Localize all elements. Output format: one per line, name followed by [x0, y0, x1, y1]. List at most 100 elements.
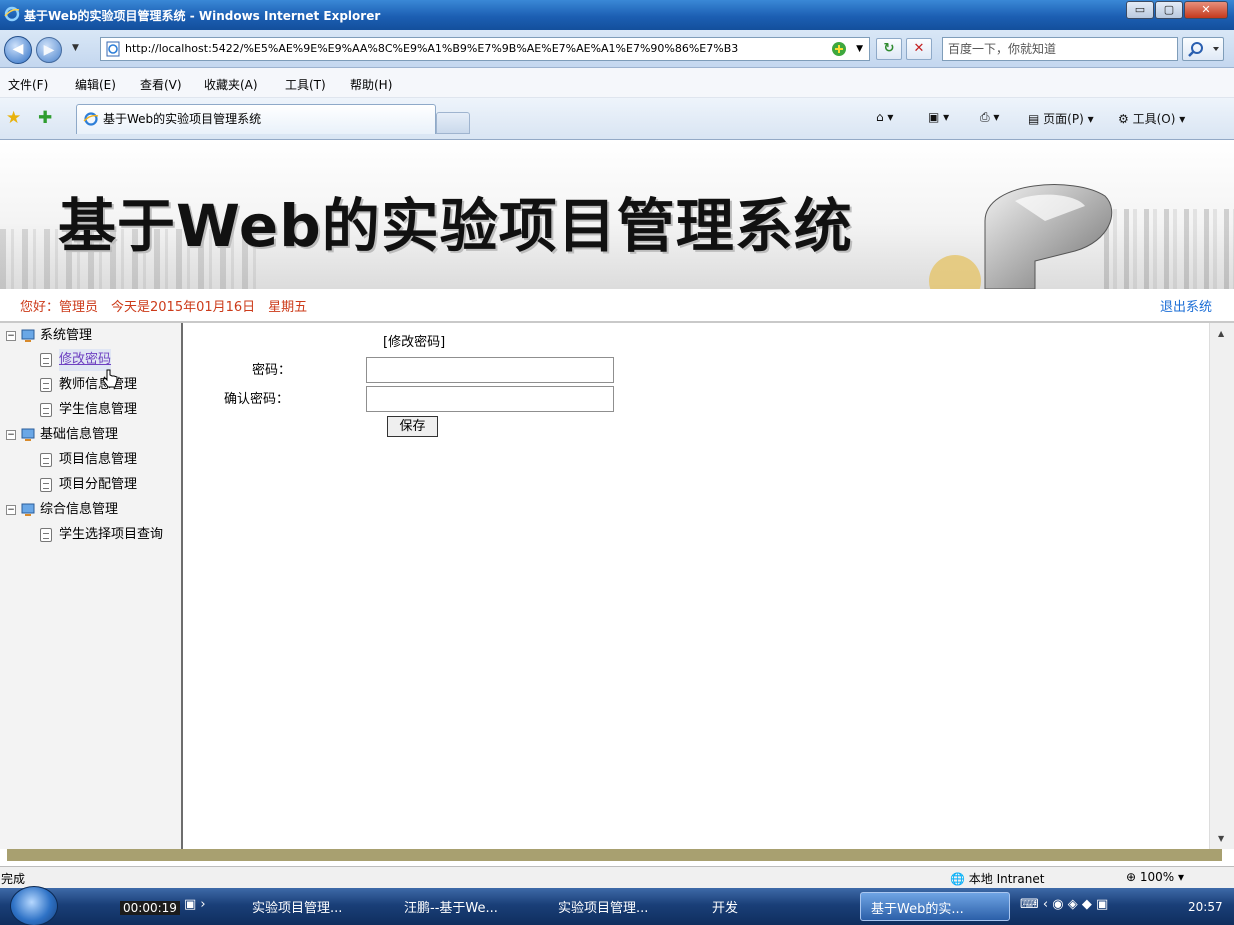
zoom-control[interactable]: ⊕ 100% ▾ [1126, 870, 1184, 884]
page-menu-button[interactable]: ▤ 页面(P) ▾ [1028, 110, 1094, 127]
clock[interactable]: 20:57 [1188, 900, 1223, 914]
tab-ie-icon [83, 112, 99, 126]
sidebar-tree: − 系统管理 修改密码 教师信息管理 学生信息管理 − 基础信息管理 项目信息管… [0, 323, 183, 849]
save-button[interactable]: 保存 [387, 416, 438, 437]
tree-item-label: 项目分配管理 [59, 477, 138, 492]
forward-button[interactable]: ▶ [36, 37, 62, 63]
intranet-icon: 🌐 [950, 872, 969, 886]
maximize-button[interactable]: ▢ [1155, 1, 1183, 19]
main-content: [修改密码] 密码： 确认密码： 保存 [185, 323, 1209, 849]
header-logo-graphic [929, 184, 1113, 289]
taskbar-quicklaunch-icon[interactable]: ▣ › [184, 897, 206, 912]
document-icon [40, 353, 52, 367]
menu-tools[interactable]: 工具(T) [285, 76, 326, 93]
taskbar-item-3[interactable]: 实验项目管理... [558, 897, 648, 916]
menu-file[interactable]: 文件(F) [8, 76, 48, 93]
computer-folder-icon [21, 503, 35, 516]
tree-item-label: 学生选择项目查询 [59, 527, 164, 542]
collapse-icon[interactable]: − [6, 331, 16, 341]
start-button[interactable] [10, 886, 58, 925]
favorites-star-icon[interactable]: ★ [6, 108, 21, 128]
menu-bar: 文件(F) 编辑(E) 查看(V) 收藏夹(A) 工具(T) 帮助(H) [0, 68, 1234, 98]
zoom-level: 100% [1139, 870, 1175, 884]
form-caption: [修改密码] [383, 335, 446, 350]
tree-group-label: 基础信息管理 [40, 427, 119, 442]
favorites-tab-bar: ★ ✚ 基于Web的实验项目管理系统 ⌂ ▾ ▣ ▾ ⎙ ▾ ▤ 页面(P) ▾… [0, 98, 1234, 140]
security-zone: 🌐 本地 Intranet [950, 870, 1044, 887]
window-title: 基于Web的实验项目管理系统 - Windows Internet Explor… [24, 9, 381, 23]
minimize-button[interactable]: ▭ [1126, 1, 1154, 19]
add-favorite-icon[interactable]: ✚ [38, 108, 52, 128]
status-bar: 完成 🌐 本地 Intranet ⊕ 100% ▾ [0, 866, 1234, 888]
tree-item-label: 学生信息管理 [59, 402, 138, 417]
greeting-text: 您好：管理员 今天是2015年01月16日 星期五 [20, 300, 308, 315]
document-icon [40, 528, 52, 542]
address-toolbar: ◀ ▶ ▼ http://localhost:5422/%E5%AE%9E%E9… [0, 30, 1234, 68]
feeds-icon[interactable]: ▣ ▾ [928, 110, 949, 124]
info-bar: 您好：管理员 今天是2015年01月16日 星期五 退出系统 [0, 289, 1234, 323]
refresh-button[interactable]: ↻ [876, 38, 902, 60]
hand-cursor-icon [102, 369, 118, 388]
ie-logo-icon [4, 6, 20, 22]
tab-current[interactable]: 基于Web的实验项目管理系统 [76, 104, 436, 134]
tree-group-label: 系统管理 [40, 328, 93, 343]
recording-timer: 00:00:19 [120, 901, 180, 915]
taskbar-item-1[interactable]: 实验项目管理... [252, 897, 342, 916]
close-window-button[interactable]: ✕ [1184, 1, 1228, 19]
confirm-password-input[interactable] [366, 386, 614, 412]
vertical-scrollbar[interactable]: ▲ ▼ [1209, 323, 1234, 849]
collapse-icon[interactable]: − [6, 505, 16, 515]
tree-item-label: 教师信息管理 [59, 377, 138, 392]
window-title-bar: 基于Web的实验项目管理系统 - Windows Internet Explor… [0, 0, 1234, 30]
page-menu-label: 页面(P) [1043, 112, 1084, 126]
menu-help[interactable]: 帮助(H) [350, 76, 392, 93]
print-icon[interactable]: ⎙ ▾ [980, 110, 999, 125]
page-icon [106, 41, 120, 57]
history-dropdown-icon[interactable]: ▼ [72, 43, 79, 53]
address-url: http://localhost:5422/%E5%AE%9E%E9%AA%8C… [125, 42, 739, 55]
document-icon [40, 453, 52, 467]
menu-edit[interactable]: 编辑(E) [75, 76, 116, 93]
stop-button[interactable]: ✕ [906, 38, 932, 60]
collapse-icon[interactable]: − [6, 430, 16, 440]
search-button[interactable] [1182, 37, 1224, 61]
document-icon [40, 378, 52, 392]
document-icon [40, 403, 52, 417]
scroll-down-icon[interactable]: ▼ [1218, 834, 1224, 843]
taskbar: 00:00:19 ▣ › 实验项目管理... 汪鹏--基于We... 实验项目管… [0, 886, 1234, 925]
tab-title: 基于Web的实验项目管理系统 [103, 112, 262, 126]
logout-link[interactable]: 退出系统 [1160, 296, 1212, 315]
computer-folder-icon [21, 428, 35, 441]
tree-item-label: 项目信息管理 [59, 452, 138, 467]
compat-view-icon[interactable] [831, 41, 847, 57]
url-dropdown-icon[interactable]: ▼ [856, 38, 863, 60]
search-input[interactable]: 百度一下，你就知道 [942, 37, 1178, 61]
zone-label: 本地 Intranet [968, 872, 1045, 886]
password-label: 密码： [252, 363, 292, 378]
system-title: 基于Web的实验项目管理系统 [58, 192, 853, 260]
taskbar-item-active[interactable]: 基于Web的实... [860, 892, 1010, 921]
home-icon[interactable]: ⌂ ▾ [876, 110, 893, 124]
footer-divider [7, 849, 1222, 861]
status-text: 完成 [1, 872, 26, 886]
zoom-icon: ⊕ [1126, 870, 1140, 884]
tools-menu-button[interactable]: ⚙ 工具(O) ▾ [1118, 110, 1185, 127]
search-icon [1188, 42, 1219, 57]
document-icon [40, 478, 52, 492]
confirm-password-label: 确认密码： [224, 392, 290, 407]
scroll-up-icon[interactable]: ▲ [1218, 329, 1224, 338]
menu-view[interactable]: 查看(V) [140, 76, 182, 93]
taskbar-item-4[interactable]: 开发 [712, 897, 738, 916]
password-input[interactable] [366, 357, 614, 383]
address-input[interactable]: http://localhost:5422/%E5%AE%9E%E9%AA%8C… [100, 37, 870, 61]
site-header: 基于Web的实验项目管理系统 [0, 141, 1234, 289]
menu-favorites[interactable]: 收藏夹(A) [204, 76, 258, 93]
back-button[interactable]: ◀ [4, 36, 32, 64]
tools-menu-label: 工具(O) [1132, 112, 1176, 126]
tree-group-label: 综合信息管理 [40, 502, 119, 517]
new-tab-button[interactable] [436, 112, 470, 134]
computer-folder-icon [21, 329, 35, 342]
taskbar-item-2[interactable]: 汪鹏--基于We... [404, 897, 498, 916]
system-tray-icons[interactable]: ⌨ ‹ ◉ ◈ ◆ ▣ [1020, 897, 1108, 912]
window-controls: ▭ ▢ ✕ [1125, 1, 1228, 19]
